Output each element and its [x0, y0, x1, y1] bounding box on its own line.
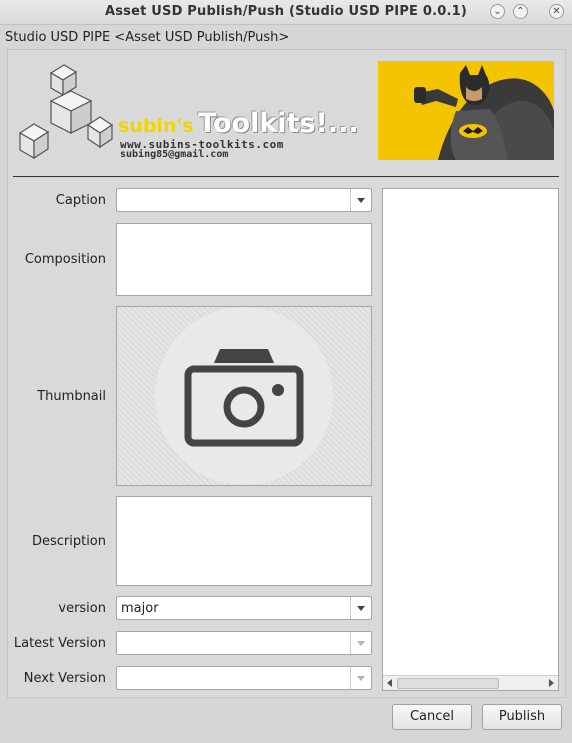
composition-label: Composition [24, 252, 106, 267]
version-value: major [121, 601, 159, 616]
asset-list-panel[interactable] [382, 188, 559, 691]
publish-button[interactable]: Publish [482, 704, 562, 730]
version-label: version [58, 601, 106, 616]
chevron-down-icon[interactable] [350, 632, 371, 654]
cubes-logo-icon [18, 64, 114, 160]
chevron-down-icon[interactable] [350, 667, 371, 689]
description-textarea[interactable] [116, 496, 372, 586]
thumbnail-dropzone[interactable] [116, 306, 372, 486]
description-label: Description [31, 534, 106, 549]
version-combobox[interactable]: major [116, 596, 372, 620]
next-version-combobox[interactable] [116, 666, 372, 690]
cancel-button[interactable]: Cancel [392, 704, 472, 730]
brand-title: subin's Toolkits!... [118, 108, 359, 139]
latest-version-label: Latest Version [13, 636, 106, 651]
minimize-icon[interactable]: ⌄ [490, 4, 505, 19]
scroll-right-icon[interactable] [549, 679, 554, 687]
next-version-label: Next Version [23, 671, 106, 686]
composition-textarea[interactable] [116, 223, 372, 296]
brand-name-part1: subin's [118, 115, 194, 137]
scrollbar-thumb[interactable] [397, 678, 499, 689]
header-divider [13, 176, 559, 177]
latest-version-combobox[interactable] [116, 631, 372, 655]
window-titlebar: Asset USD Publish/Push (Studio USD PIPE … [0, 0, 572, 25]
window-title: Asset USD Publish/Push (Studio USD PIPE … [104, 4, 468, 19]
caped-hero-icon [378, 61, 554, 160]
close-icon[interactable]: ✕ [549, 4, 564, 19]
hero-banner [378, 61, 554, 160]
camera-icon [184, 349, 304, 447]
brand-email: subing85@gmail.com [120, 149, 229, 160]
maximize-icon[interactable]: ⌃ [513, 4, 528, 19]
horizontal-scrollbar[interactable] [383, 675, 558, 690]
brand-name-part2: Toolkits!... [198, 108, 359, 139]
thumbnail-label: Thumbnail [37, 389, 106, 404]
scroll-left-icon[interactable] [387, 679, 392, 687]
caption-combobox[interactable] [116, 188, 372, 212]
caption-label: Caption [55, 193, 106, 208]
breadcrumb: Studio USD PIPE <Asset USD Publish/Push> [5, 30, 290, 45]
chevron-down-icon[interactable] [350, 597, 371, 619]
chevron-down-icon[interactable] [350, 189, 371, 211]
